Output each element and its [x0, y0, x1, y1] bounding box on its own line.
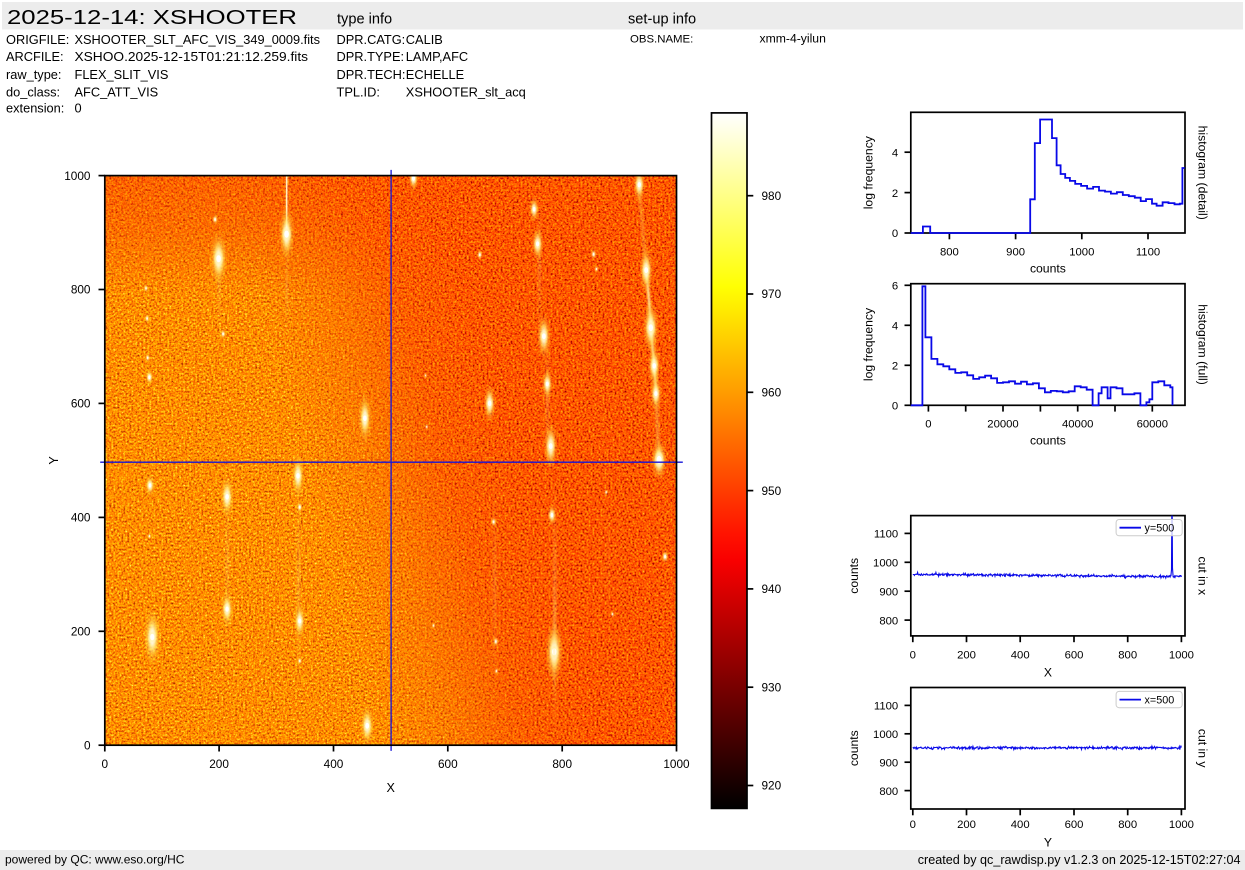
svg-text:400: 400: [71, 511, 91, 525]
svg-text:created by qc_rawdisp.py v1.2.: created by qc_rawdisp.py v1.2.3 on 2025-…: [918, 853, 1241, 867]
svg-text:2: 2: [892, 361, 898, 373]
svg-text:600: 600: [1065, 819, 1084, 831]
svg-text:600: 600: [438, 757, 458, 771]
svg-text:1100: 1100: [874, 529, 898, 541]
svg-text:2025-12-14: XSHOOTER: 2025-12-14: XSHOOTER: [7, 7, 297, 29]
svg-text:cut in x: cut in x: [1196, 556, 1210, 595]
svg-text:920: 920: [762, 779, 782, 793]
svg-text:raw_type:: raw_type:: [6, 67, 61, 82]
svg-text:800: 800: [879, 615, 898, 627]
svg-text:800: 800: [940, 246, 959, 258]
svg-text:60000: 60000: [1137, 419, 1168, 431]
svg-text:0: 0: [84, 738, 91, 752]
svg-text:x=500: x=500: [1145, 695, 1175, 707]
svg-text:930: 930: [762, 680, 782, 694]
svg-text:950: 950: [762, 484, 782, 498]
svg-text:800: 800: [71, 283, 91, 297]
svg-text:CALIB: CALIB: [406, 32, 443, 47]
svg-text:log frequency: log frequency: [862, 135, 876, 209]
svg-text:980: 980: [762, 189, 782, 203]
svg-text:ECHELLE: ECHELLE: [406, 67, 464, 82]
svg-text:0: 0: [910, 819, 916, 831]
svg-text:XSHOOTER_SLT_AFC_VIS_349_0009.: XSHOOTER_SLT_AFC_VIS_349_0009.fits: [75, 32, 321, 47]
svg-text:400: 400: [1011, 650, 1030, 662]
svg-text:800: 800: [1118, 819, 1137, 831]
svg-text:counts: counts: [847, 730, 861, 766]
svg-text:0: 0: [925, 419, 931, 431]
svg-text:970: 970: [762, 287, 782, 301]
svg-text:counts: counts: [1030, 434, 1066, 448]
svg-text:X: X: [1044, 665, 1052, 679]
svg-text:0: 0: [892, 228, 898, 240]
svg-text:X: X: [386, 781, 395, 795]
svg-text:OBS.NAME:: OBS.NAME:: [630, 34, 693, 46]
svg-text:0: 0: [102, 757, 109, 771]
svg-text:DPR.CATG:: DPR.CATG:: [337, 32, 406, 47]
svg-text:AFC_ATT_VIS: AFC_ATT_VIS: [75, 84, 159, 99]
svg-text:900: 900: [1006, 246, 1025, 258]
svg-text:20000: 20000: [987, 419, 1018, 431]
svg-text:DPR.TYPE:: DPR.TYPE:: [337, 49, 405, 64]
svg-text:400: 400: [324, 757, 344, 771]
svg-text:do_class:: do_class:: [6, 84, 60, 99]
svg-text:type info: type info: [337, 12, 392, 28]
svg-text:1000: 1000: [873, 729, 898, 741]
svg-text:2: 2: [892, 188, 898, 200]
svg-text:0: 0: [910, 650, 916, 662]
svg-text:XSHOOTER_slt_acq: XSHOOTER_slt_acq: [406, 84, 526, 99]
svg-text:600: 600: [1065, 650, 1084, 662]
svg-text:0: 0: [892, 401, 898, 413]
svg-text:200: 200: [957, 819, 976, 831]
svg-text:960: 960: [762, 386, 782, 400]
svg-text:histogram (full): histogram (full): [1196, 304, 1210, 385]
svg-text:1000: 1000: [1169, 650, 1194, 662]
svg-text:1100: 1100: [1136, 246, 1160, 258]
svg-text:XSHOO.2025-12-15T01:21:12.259.: XSHOO.2025-12-15T01:21:12.259.fits: [75, 49, 309, 64]
svg-text:LAMP,AFC: LAMP,AFC: [406, 49, 468, 64]
svg-text:940: 940: [762, 582, 782, 596]
svg-text:xmm-4-yilun: xmm-4-yilun: [760, 32, 826, 46]
svg-text:cut in y: cut in y: [1196, 729, 1210, 769]
svg-text:800: 800: [879, 786, 898, 798]
svg-text:Y: Y: [47, 456, 61, 465]
svg-text:1000: 1000: [64, 169, 91, 183]
svg-text:FLEX_SLIT_VIS: FLEX_SLIT_VIS: [75, 67, 169, 82]
svg-text:counts: counts: [847, 558, 861, 594]
svg-text:ARCFILE:: ARCFILE:: [6, 49, 64, 64]
svg-text:40000: 40000: [1062, 419, 1093, 431]
svg-text:1000: 1000: [873, 558, 898, 570]
svg-text:DPR.TECH:: DPR.TECH:: [337, 67, 406, 82]
svg-text:log frequency: log frequency: [862, 307, 876, 381]
svg-text:powered by QC: www.eso.org/HC: powered by QC: www.eso.org/HC: [5, 853, 185, 867]
svg-text:900: 900: [879, 757, 898, 769]
svg-text:800: 800: [1118, 650, 1137, 662]
svg-text:600: 600: [71, 397, 91, 411]
svg-text:ORIGFILE:: ORIGFILE:: [6, 32, 69, 47]
svg-text:0: 0: [75, 100, 82, 115]
svg-text:TPL.ID:: TPL.ID:: [337, 84, 380, 99]
svg-text:1000: 1000: [1169, 819, 1194, 831]
svg-text:counts: counts: [1030, 261, 1066, 275]
svg-text:200: 200: [209, 757, 229, 771]
svg-text:800: 800: [552, 757, 572, 771]
svg-text:900: 900: [879, 586, 898, 598]
svg-text:400: 400: [1011, 819, 1030, 831]
svg-text:1000: 1000: [1069, 246, 1094, 258]
svg-text:1000: 1000: [663, 757, 690, 771]
svg-text:4: 4: [892, 147, 898, 159]
svg-text:histogram (detail): histogram (detail): [1196, 126, 1210, 220]
svg-text:1100: 1100: [874, 701, 898, 713]
svg-text:6: 6: [892, 281, 898, 293]
svg-text:4: 4: [892, 321, 898, 333]
svg-text:Y: Y: [1044, 835, 1052, 849]
svg-text:200: 200: [957, 650, 976, 662]
svg-text:extension:: extension:: [6, 100, 64, 115]
svg-text:y=500: y=500: [1145, 523, 1175, 535]
svg-text:200: 200: [71, 625, 91, 639]
svg-text:set-up info: set-up info: [628, 12, 696, 28]
